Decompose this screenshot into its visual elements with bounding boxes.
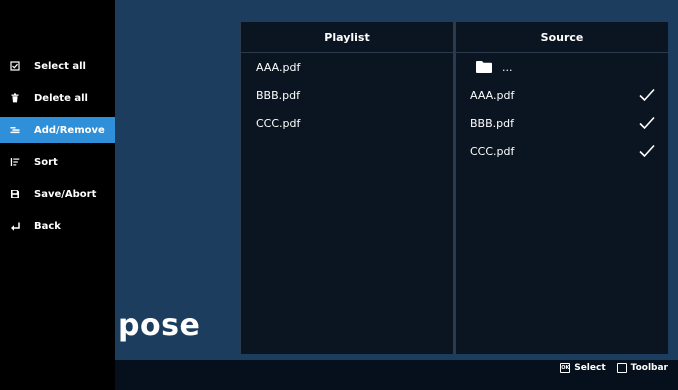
- source-list: ... AAA.pdf BBB.pdf CCC.pdf: [456, 53, 668, 165]
- playlist-dialog: Playlist AAA.pdf BBB.pdf CCC.pdf Source …: [240, 22, 668, 354]
- playlist-panel: Playlist AAA.pdf BBB.pdf CCC.pdf: [241, 22, 453, 354]
- sidebar-item-back[interactable]: Back: [0, 213, 115, 239]
- sidebar-item-label: Delete all: [34, 92, 88, 104]
- sidebar-item-sort[interactable]: Sort: [0, 149, 115, 175]
- sidebar-item-label: Sort: [34, 156, 58, 168]
- source-item-label: AAA.pdf: [470, 88, 515, 102]
- check-icon: [639, 144, 655, 161]
- parent-folder-label: ...: [502, 60, 513, 74]
- playlist-header: Playlist: [241, 22, 453, 53]
- playlist-list: AAA.pdf BBB.pdf CCC.pdf: [241, 53, 453, 137]
- sidebar-item-delete-all[interactable]: Delete all: [0, 85, 115, 111]
- save-icon: [9, 189, 21, 199]
- select-hint-label: Select: [574, 363, 606, 373]
- sidebar-item-label: Back: [34, 220, 61, 232]
- add-remove-icon: [9, 125, 21, 135]
- sidebar-item-select-all[interactable]: Select all: [0, 53, 115, 79]
- ok-key-icon: OK: [560, 363, 571, 373]
- sidebar-item-add-remove[interactable]: Add/Remove: [0, 117, 115, 143]
- sidebar-item-label: Select all: [34, 60, 86, 72]
- background-title: pose: [118, 308, 201, 343]
- sidebar-item-save-abort[interactable]: Save/Abort: [0, 181, 115, 207]
- source-item-label: BBB.pdf: [470, 116, 514, 130]
- toolbar-hint-label: Toolbar: [630, 363, 668, 373]
- check-icon: [639, 116, 655, 133]
- sort-icon: [9, 157, 21, 167]
- playlist-item[interactable]: AAA.pdf: [241, 53, 453, 81]
- sidebar-menu: Select all Delete all Add/Remove Sort Sa…: [0, 53, 115, 245]
- source-item[interactable]: CCC.pdf: [456, 137, 668, 165]
- source-item[interactable]: AAA.pdf: [456, 81, 668, 109]
- back-icon: [9, 221, 21, 231]
- check-icon: [639, 88, 655, 105]
- key-hints: OK Select Toolbar: [560, 363, 668, 373]
- source-panel: Source ... AAA.pdf BBB.pdf CCC.pdf: [456, 22, 668, 354]
- parent-folder-item[interactable]: ...: [456, 53, 668, 81]
- sidebar: Select all Delete all Add/Remove Sort Sa…: [0, 0, 115, 390]
- source-header: Source: [456, 22, 668, 53]
- toolbar-key-icon: [616, 363, 627, 373]
- playlist-item[interactable]: BBB.pdf: [241, 81, 453, 109]
- folder-icon: [476, 61, 492, 73]
- sidebar-item-label: Add/Remove: [34, 124, 105, 136]
- source-item[interactable]: BBB.pdf: [456, 109, 668, 137]
- trash-icon: [9, 93, 21, 103]
- select-all-icon: [9, 61, 21, 71]
- playlist-item[interactable]: CCC.pdf: [241, 109, 453, 137]
- sidebar-item-label: Save/Abort: [34, 188, 97, 200]
- source-item-label: CCC.pdf: [470, 144, 515, 158]
